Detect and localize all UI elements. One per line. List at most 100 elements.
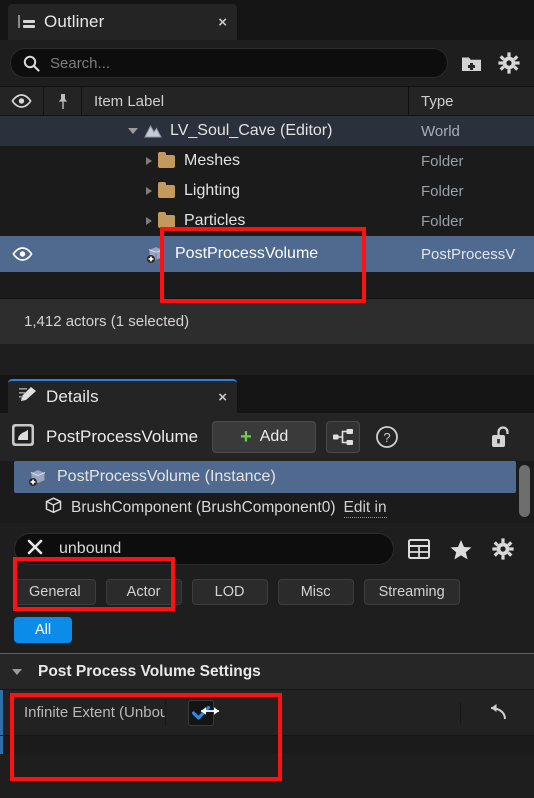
close-icon[interactable]: × bbox=[218, 389, 227, 406]
row-visibility-toggle[interactable] bbox=[0, 247, 44, 261]
table-row[interactable]: Particles Folder bbox=[0, 206, 534, 236]
details-filter-row: unbound bbox=[0, 523, 534, 575]
postprocess-volume-icon bbox=[28, 468, 48, 486]
details-object-title: PostProcessVolume bbox=[46, 427, 199, 446]
row-label: Meshes bbox=[184, 152, 241, 169]
component-label: PostProcessVolume (Instance) bbox=[57, 468, 276, 485]
search-placeholder: Search... bbox=[50, 54, 111, 72]
filter-chip-misc[interactable]: Misc bbox=[277, 579, 354, 605]
column-pin[interactable] bbox=[44, 87, 82, 115]
unreal-editor-screenshot: Outliner × Search... Item Label Type LV_… bbox=[0, 0, 534, 798]
edit-in-link[interactable]: Edit in bbox=[343, 499, 387, 518]
row-type: PostProcessV bbox=[421, 245, 516, 263]
chip-label: All bbox=[34, 622, 52, 638]
details-tabstrip: Details × bbox=[0, 375, 534, 413]
outliner-tabstrip: Outliner × bbox=[0, 0, 534, 40]
table-view-icon[interactable] bbox=[402, 533, 436, 565]
details-search-value: unbound bbox=[59, 540, 122, 557]
row-label: LV_Soul_Cave (Editor) bbox=[170, 122, 333, 139]
filter-chip-all[interactable]: All bbox=[14, 617, 72, 643]
filter-chip-lod[interactable]: LOD bbox=[191, 579, 268, 605]
list-item[interactable]: PostProcessVolume (Instance) bbox=[14, 461, 516, 493]
pin-icon bbox=[58, 93, 67, 109]
outliner-icon bbox=[18, 14, 36, 30]
new-folder-icon[interactable] bbox=[456, 48, 486, 78]
column-item-label[interactable]: Item Label bbox=[82, 87, 409, 115]
clear-x-icon[interactable] bbox=[25, 537, 45, 562]
row-label: Lighting bbox=[184, 182, 241, 199]
table-row[interactable]: Meshes Folder bbox=[0, 146, 534, 176]
world-icon bbox=[144, 124, 162, 138]
eye-icon bbox=[11, 247, 33, 261]
svg-text:?: ? bbox=[384, 430, 391, 445]
component-label: BrushComponent (BrushComponent0) bbox=[71, 499, 336, 516]
search-icon bbox=[23, 55, 40, 72]
chevron-down-icon[interactable] bbox=[12, 668, 22, 675]
category-title: Post Process Volume Settings bbox=[38, 662, 261, 680]
postprocess-volume-icon bbox=[146, 245, 166, 263]
table-row[interactable]: LV_Soul_Cave (Editor) World bbox=[0, 116, 534, 146]
table-row[interactable]: Lighting Folder bbox=[0, 176, 534, 206]
filter-chip-row-1: General Actor LOD Misc Streaming bbox=[0, 575, 534, 605]
folder-icon bbox=[158, 182, 175, 198]
settings-gear-icon[interactable] bbox=[494, 48, 524, 78]
details-search-input[interactable]: unbound bbox=[14, 533, 394, 565]
filter-chip-streaming[interactable]: Streaming bbox=[363, 579, 460, 605]
lock-open-icon[interactable] bbox=[484, 421, 518, 453]
category-accent-bar bbox=[0, 736, 3, 754]
outliner-panel: Outliner × Search... Item Label Type LV_… bbox=[0, 0, 534, 375]
help-question-icon[interactable]: ? bbox=[370, 421, 404, 453]
folder-icon bbox=[158, 212, 175, 228]
blueprint-graph-icon[interactable] bbox=[326, 421, 361, 453]
tab-outliner[interactable]: Outliner × bbox=[8, 4, 237, 40]
chip-label: General bbox=[29, 584, 81, 600]
row-type: World bbox=[421, 122, 460, 140]
chip-label: Misc bbox=[300, 584, 331, 600]
category-header-post-process-volume-settings[interactable]: Post Process Volume Settings bbox=[0, 654, 534, 690]
favorite-star-icon[interactable] bbox=[444, 533, 478, 565]
row-type: Folder bbox=[421, 152, 464, 170]
filter-chip-general[interactable]: General bbox=[14, 579, 96, 605]
chevron-right-icon[interactable] bbox=[146, 157, 152, 165]
outliner-column-header: Item Label Type bbox=[0, 86, 534, 116]
tree-empty-space bbox=[0, 272, 534, 298]
close-icon[interactable]: × bbox=[218, 14, 227, 31]
column-type[interactable]: Type bbox=[409, 87, 534, 115]
row-label: Particles bbox=[184, 212, 246, 229]
eye-icon bbox=[11, 94, 32, 108]
component-list: PostProcessVolume (Instance) BrushCompon… bbox=[0, 461, 534, 523]
folder-icon bbox=[158, 152, 175, 168]
plus-icon: + bbox=[240, 426, 252, 448]
details-panel: Details × PostProcessVolume + Add ? Post… bbox=[0, 375, 534, 798]
filter-chip-row-2: All bbox=[0, 613, 534, 643]
filter-chip-actor[interactable]: Actor bbox=[105, 579, 182, 605]
row-label-cell: Lighting bbox=[82, 182, 409, 200]
column-visibility[interactable] bbox=[0, 87, 44, 115]
brush-component-icon bbox=[44, 497, 63, 519]
chip-label: Actor bbox=[126, 584, 161, 600]
actor-count-status: 1,412 actors (1 selected) bbox=[0, 298, 534, 344]
reset-arrow-icon bbox=[490, 703, 506, 719]
table-row[interactable]: PostProcessVolume PostProcessV bbox=[0, 236, 534, 272]
row-label-cell: Meshes bbox=[82, 152, 409, 170]
chevron-down-icon[interactable] bbox=[128, 128, 138, 134]
details-toolbar: PostProcessVolume + Add ? bbox=[0, 413, 534, 461]
chip-label: Streaming bbox=[378, 584, 445, 600]
tab-details[interactable]: Details × bbox=[8, 379, 237, 413]
category-accent-bar bbox=[0, 690, 3, 735]
chevron-right-icon[interactable] bbox=[146, 217, 152, 225]
property-label: Infinite Extent (Unbou… bbox=[24, 704, 165, 721]
property-category: Post Process Volume Settings Infinite Ex… bbox=[0, 653, 534, 754]
column-resize-cursor[interactable] bbox=[196, 704, 224, 718]
reset-to-default-button[interactable] bbox=[460, 701, 534, 724]
chevron-right-icon[interactable] bbox=[146, 187, 152, 195]
add-button-label: Add bbox=[259, 428, 289, 445]
add-button[interactable]: + Add bbox=[212, 421, 317, 453]
component-list-scrollbar[interactable] bbox=[519, 465, 530, 517]
postprocess-volume-badge-icon bbox=[10, 422, 36, 453]
search-input[interactable]: Search... bbox=[10, 48, 448, 78]
row-label-cell: PostProcessVolume bbox=[82, 245, 409, 263]
row-label: PostProcessVolume bbox=[175, 245, 319, 262]
settings-gear-icon[interactable] bbox=[486, 533, 520, 565]
list-item[interactable]: BrushComponent (BrushComponent0) Edit in bbox=[0, 493, 534, 523]
